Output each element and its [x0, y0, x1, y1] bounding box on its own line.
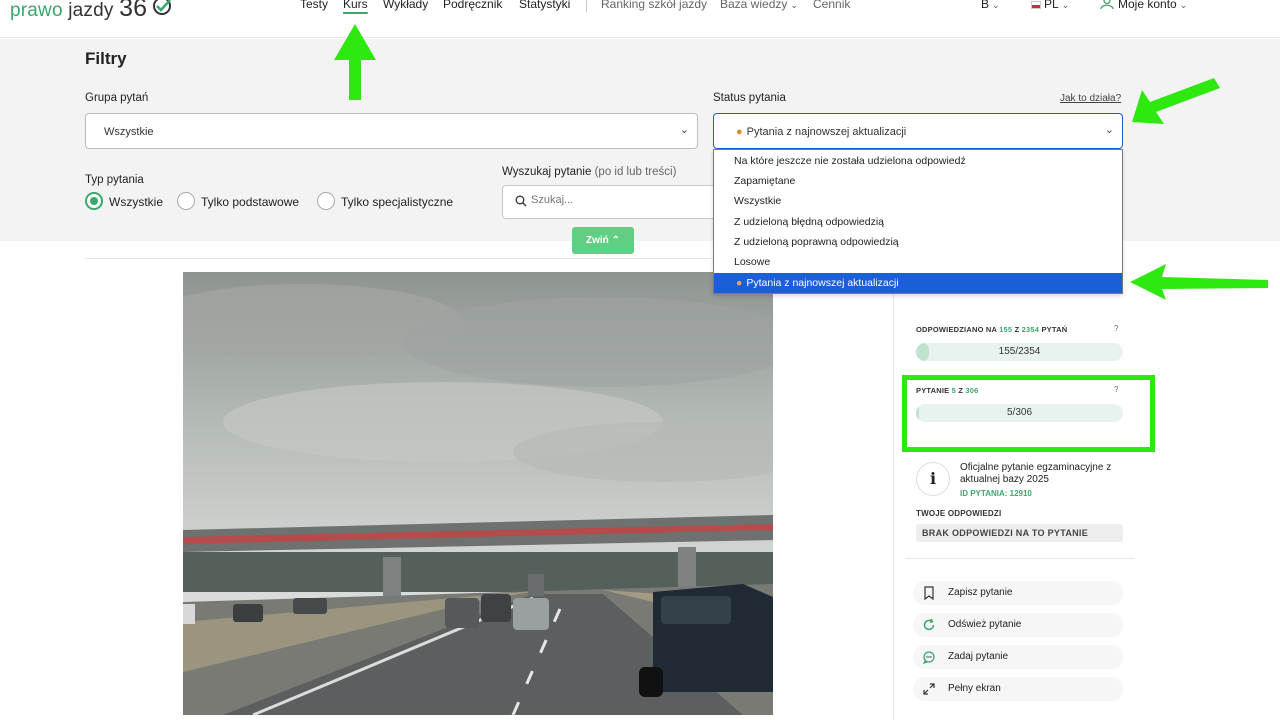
user-icon: [1100, 0, 1114, 10]
chevron-down-icon: ⌄: [992, 0, 1000, 10]
status-dropdown: Na które jeszcze nie została udzielona o…: [713, 149, 1123, 294]
search-label-hint: (po id lub treści): [594, 166, 677, 178]
nav-baza-wiedzy-label: Baza wiedzy: [720, 0, 788, 11]
nav-wyklady[interactable]: Wykłady: [383, 0, 428, 11]
status-option-correct[interactable]: Z udzieloną poprawną odpowiedzią: [714, 232, 1122, 252]
bookmark-icon: [924, 586, 934, 600]
radio-label: Tylko specjalistyczne: [341, 195, 454, 209]
group-select-value: Wszystkie: [104, 126, 154, 138]
logo[interactable]: prawo jazdy 36: [10, 0, 171, 23]
chevron-down-icon: ⌄: [1179, 0, 1188, 10]
question-image: [183, 272, 773, 715]
status-label: Status pytania: [713, 92, 786, 104]
answered-progress-bar: 155/2354: [916, 343, 1123, 361]
answered-help-icon[interactable]: ?: [1114, 324, 1118, 333]
fire-icon: ●: [736, 126, 743, 138]
account-label: Moje konto: [1118, 0, 1177, 11]
chevron-down-icon: ⌄: [1104, 124, 1114, 136]
poland-flag-icon: [1031, 1, 1041, 9]
no-answer-badge: BRAK ODPOWIEDZI NA TO PYTANIE: [916, 524, 1123, 542]
logo-check-icon: [153, 0, 171, 15]
nav-statystyki[interactable]: Statystyki: [519, 0, 570, 11]
answered-progress-text: 155/2354: [998, 346, 1041, 357]
status-option-all[interactable]: Wszystkie: [714, 191, 1122, 211]
answered-mid: Z: [1014, 325, 1020, 334]
collapse-label: Zwiń: [586, 235, 609, 246]
refresh-question-button[interactable]: Odśwież pytanie: [913, 613, 1123, 637]
radio-circle: [85, 192, 103, 210]
refresh-icon: [923, 618, 935, 631]
top-navigation-bar: prawo jazdy 36 Testy Kurs Wykłady Podręc…: [0, 0, 1280, 38]
chevron-up-icon: ⌃: [611, 235, 620, 246]
category-label: B: [981, 0, 990, 11]
refresh-question-label: Odśwież pytanie: [948, 619, 1022, 630]
fullscreen-button[interactable]: Pełny ekran: [913, 677, 1123, 701]
status-select[interactable]: ● Pytania z najnowszej aktualizacji ⌄: [713, 113, 1123, 149]
group-label: Grupa pytań: [85, 92, 149, 104]
answered-prefix: ODPOWIEDZIANO NA: [916, 325, 997, 334]
search-label-text: Wyszukaj pytanie: [502, 166, 592, 178]
answered-suffix: PYTAŃ: [1041, 325, 1068, 334]
status-select-value: ● Pytania z najnowszej aktualizacji: [736, 126, 906, 138]
search-input[interactable]: [531, 194, 711, 206]
chevron-down-icon: ⌄: [1061, 0, 1070, 10]
language-selector[interactable]: PL ⌄: [1031, 0, 1069, 11]
nav-baza-wiedzy[interactable]: Baza wiedzy ⌄: [720, 0, 798, 11]
status-option-latest-update[interactable]: ● Pytania z najnowszej aktualizacji: [714, 273, 1122, 293]
radio-label: Wszystkie: [109, 195, 163, 209]
nav-kurs[interactable]: Kurs: [343, 0, 368, 11]
info-icon: i: [916, 462, 950, 496]
search-box[interactable]: [502, 185, 722, 219]
group-select[interactable]: Wszystkie ⌄: [85, 113, 698, 149]
question-id: ID PYTANIA: 12910: [960, 489, 1032, 498]
ask-question-button[interactable]: Zadaj pytanie: [913, 645, 1123, 669]
search-icon: [515, 195, 527, 207]
sidebar-separator: [905, 558, 1135, 559]
save-question-button[interactable]: Zapisz pytanie: [913, 581, 1123, 605]
status-select-text: Pytania z najnowszej aktualizacji: [746, 126, 907, 138]
nav-testy[interactable]: Testy: [300, 0, 328, 11]
answered-count: 155: [999, 325, 1013, 334]
status-option-unanswered[interactable]: Na które jeszcze nie została udzielona o…: [714, 151, 1122, 171]
help-link[interactable]: Jak to działa?: [1060, 93, 1121, 104]
nav-ranking[interactable]: Ranking szkół jazdy: [601, 0, 707, 11]
category-selector[interactable]: B ⌄: [981, 0, 1000, 11]
answered-total: 2354: [1021, 325, 1040, 334]
radio-circle: [317, 192, 335, 210]
chevron-down-icon: ⌄: [790, 0, 798, 10]
language-label: PL: [1044, 0, 1059, 11]
chevron-down-icon: ⌄: [679, 124, 689, 136]
collapse-button[interactable]: Zwiń ⌃: [572, 227, 634, 254]
status-option-random[interactable]: Losowe: [714, 252, 1122, 272]
fullscreen-label: Pełny ekran: [948, 683, 1001, 694]
arrow-annotation-option: [1130, 264, 1268, 300]
status-option-saved[interactable]: Zapamiętane: [714, 171, 1122, 191]
radio-circle: [177, 192, 195, 210]
radio-label: Tylko podstawowe: [201, 195, 300, 209]
nav-separator: [586, 0, 587, 12]
answers-label: TWOJE ODPOWIEDZI: [916, 509, 1002, 518]
nav-cennik[interactable]: Cennik: [813, 0, 850, 11]
status-option-label: Pytania z najnowszej aktualizacji: [746, 277, 899, 289]
highlight-annotation-box: [902, 375, 1155, 452]
nav-podrecznik[interactable]: Podręcznik: [443, 0, 502, 11]
answered-caption: ODPOWIEDZIANO NA 155 Z 2354 PYTAŃ: [916, 325, 1067, 334]
fire-icon: ●: [736, 277, 743, 289]
status-option-wrong[interactable]: Z udzieloną błędną odpowiedzią: [714, 212, 1122, 232]
chat-icon: [922, 651, 935, 664]
search-label: Wyszukaj pytanie (po id lub treści): [502, 166, 676, 178]
info-text: Oficjalne pytanie egzaminacyjne z aktual…: [960, 462, 1112, 485]
ask-question-label: Zadaj pytanie: [948, 651, 1009, 662]
save-question-label: Zapisz pytanie: [948, 587, 1013, 598]
fullscreen-icon: [923, 683, 935, 695]
sidebar-divider: [893, 258, 894, 720]
filters-title: Filtry: [85, 49, 127, 68]
account-menu[interactable]: Moje konto ⌄: [1100, 0, 1187, 11]
type-label: Typ pytania: [85, 174, 144, 186]
